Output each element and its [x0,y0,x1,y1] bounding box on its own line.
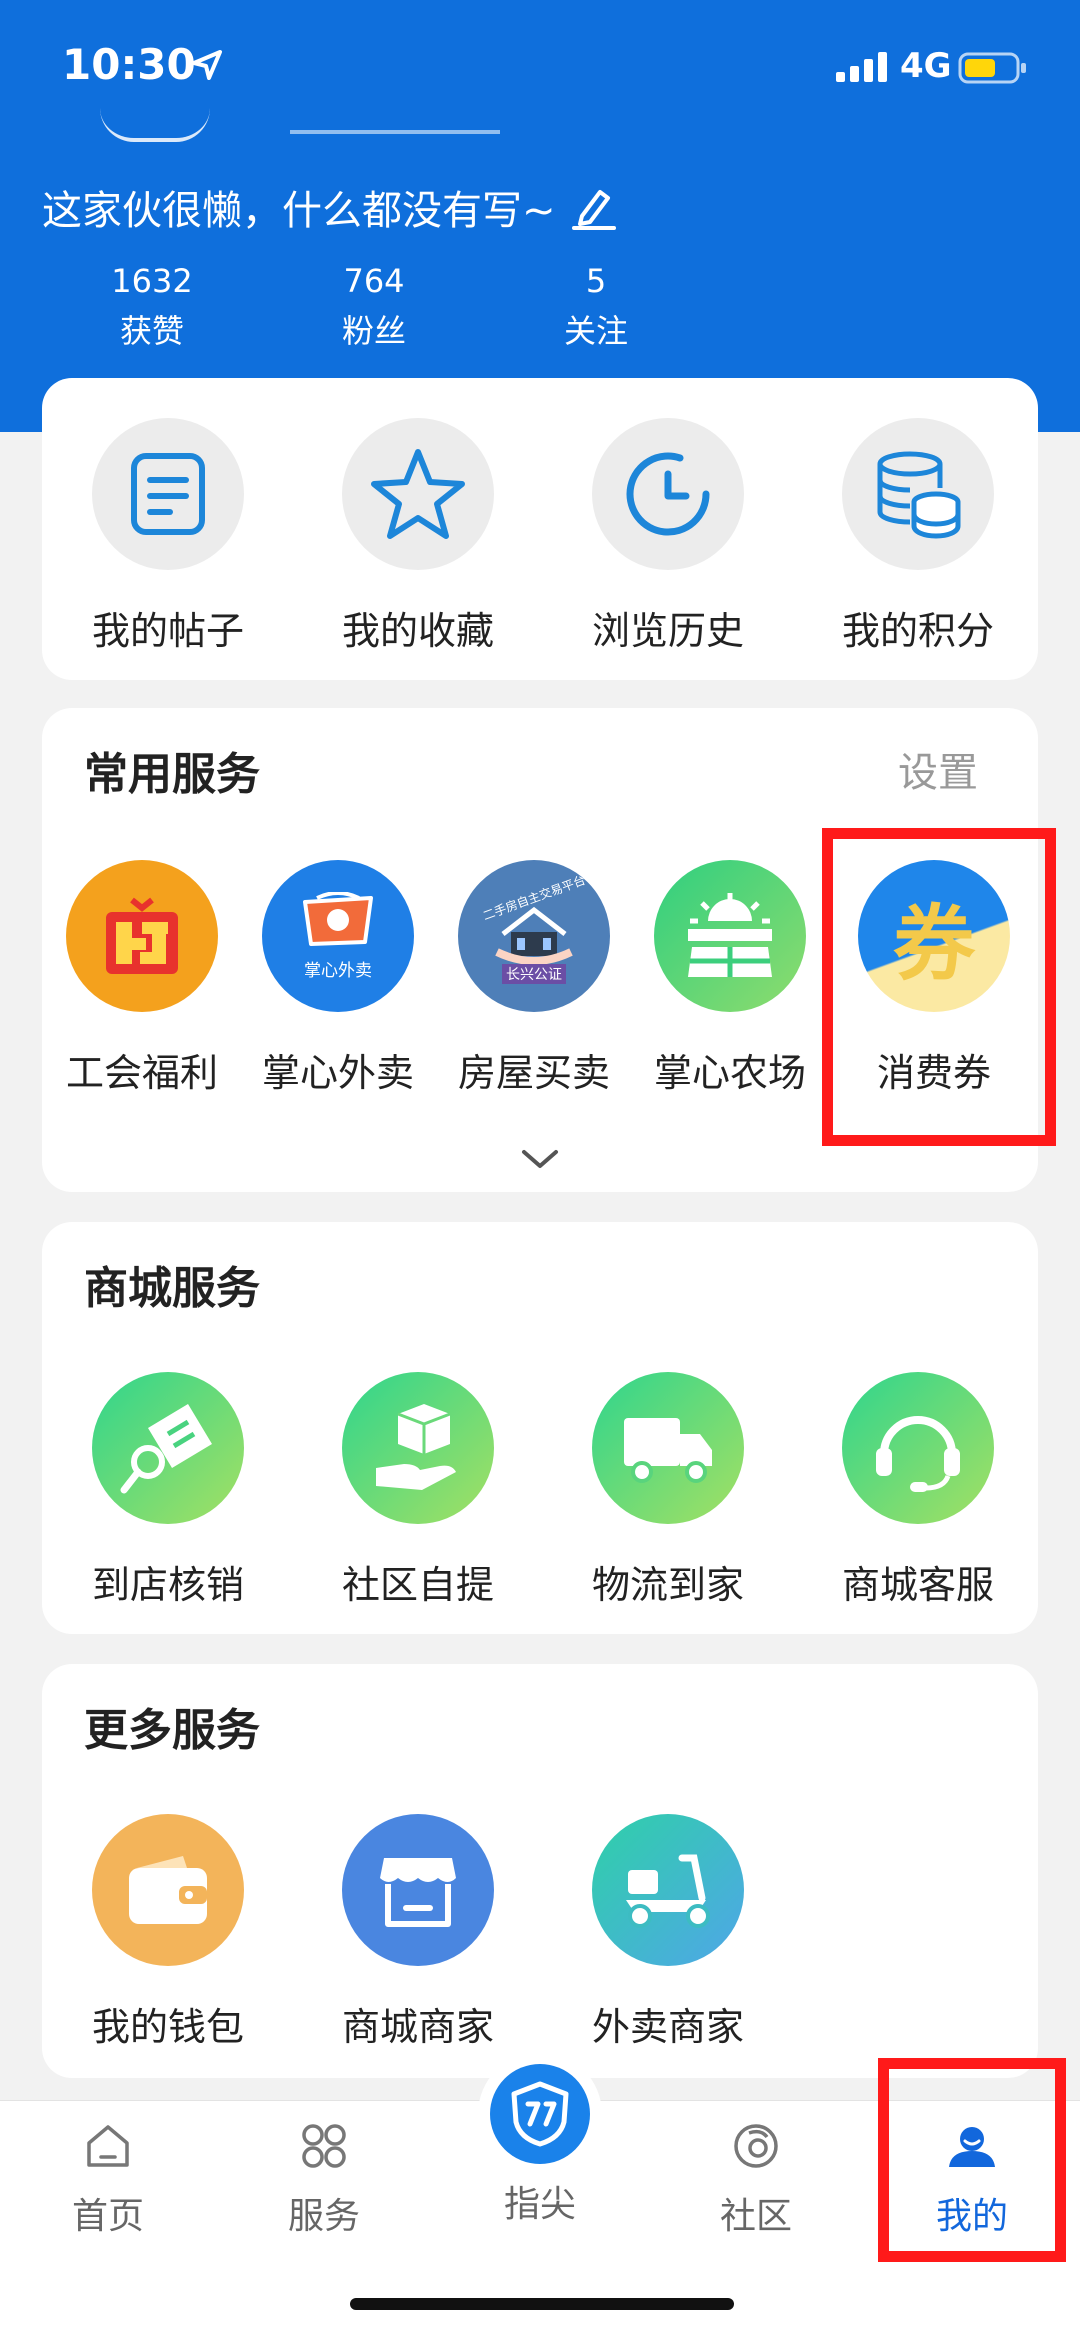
section-title: 商城服务 [84,1263,260,1314]
status-time: 10:30 [62,40,196,89]
more-service-takeout-merchant[interactable]: 外卖商家 [542,1814,794,2051]
takeout-icon: 掌心外卖 [262,860,414,1012]
home-icon [87,2125,129,2167]
quick-action-label: 我的收藏 [341,609,494,653]
profile-stats: 1632 获赞 764 粉丝 5 关注 [0,262,1080,362]
takeout-icon-text: 掌心外卖 [304,960,372,981]
service-takeout[interactable]: 掌心外卖 掌心外卖 [238,860,438,1097]
bio-row[interactable]: 这家伙很懒，什么都没有写~ [42,178,618,236]
more-service-wallet[interactable]: 我的钱包 [42,1814,294,2051]
highlight-box-coupon [822,828,1056,1146]
more-services-card: 更多服务 我的钱包 商城商家 外卖商家 [42,1664,1038,2078]
stat-label: 粉丝 [341,312,406,350]
tab-community[interactable]: 社区 [648,2121,864,2239]
service-label: 商城商家 [341,2005,494,2049]
truck-icon [592,1372,744,1524]
headset-icon [842,1372,994,1524]
tab-label: 社区 [719,2196,792,2237]
service-label: 房屋买卖 [457,1051,610,1095]
cellular-signal-icon [836,52,887,82]
quick-action-my-posts[interactable]: 我的帖子 [42,418,294,655]
chevron-down-icon[interactable] [520,1148,560,1172]
highlight-box-mine-tab [878,2058,1066,2262]
stat-likes[interactable]: 1632 获赞 [72,262,232,352]
ticket-verify-icon [92,1372,244,1524]
service-label: 掌心外卖 [261,1051,414,1095]
more-service-mall-merchant[interactable]: 商城商家 [292,1814,544,2051]
username [290,112,500,134]
house-trade-icon: 二手房自主交易平台 长兴公证 [458,860,610,1012]
quick-actions-card: 我的帖子 我的收藏 浏览历史 我的积分 [42,378,1038,680]
mall-services-card: 商城服务 到店核销 社区自提 物流到家 商城客服 [42,1222,1038,1634]
edit-pencil-icon[interactable] [570,184,618,230]
wallet-icon [92,1814,244,1966]
tab-label: 首页 [71,2196,144,2237]
quick-action-points[interactable]: 我的积分 [792,418,1044,655]
service-house-trade[interactable]: 二手房自主交易平台 长兴公证 房屋买卖 [434,860,634,1097]
mall-service-verify[interactable]: 到店核销 [42,1372,294,1609]
tab-services[interactable]: 服务 [216,2121,432,2239]
service-label: 商城客服 [841,1563,994,1607]
package-pickup-icon [342,1372,494,1524]
tab-label: 服务 [287,2196,360,2237]
quick-action-label: 我的积分 [841,609,994,653]
service-label: 我的钱包 [91,2005,244,2049]
stat-following[interactable]: 5 关注 [516,262,676,352]
service-farm[interactable]: 掌心农场 [630,860,830,1097]
stat-value: 764 [343,262,405,300]
document-icon [92,418,244,570]
farm-icon [654,860,806,1012]
quick-action-history[interactable]: 浏览历史 [542,418,794,655]
union-welfare-icon [66,860,218,1012]
avatar[interactable] [100,108,210,142]
quick-action-label: 我的帖子 [91,609,244,653]
section-title: 更多服务 [84,1705,260,1756]
service-label: 物流到家 [591,1563,744,1607]
stat-label: 关注 [563,312,628,350]
mall-service-delivery[interactable]: 物流到家 [542,1372,794,1609]
star-icon [342,418,494,570]
service-label: 工会福利 [65,1051,218,1095]
profile-header: 10:30 4G 这家伙很懒，什么都没有写~ 1632 获赞 764 粉丝 5 … [0,0,1080,432]
service-label: 掌心农场 [653,1051,806,1095]
house-icon-text: 长兴公证 [502,963,566,984]
tab-home[interactable]: 首页 [0,2121,216,2239]
quick-action-favorites[interactable]: 我的收藏 [292,418,544,655]
service-label: 社区自提 [341,1563,494,1607]
section-title: 常用服务 [84,749,260,800]
mall-service-pickup[interactable]: 社区自提 [292,1372,544,1609]
community-icon [734,2124,778,2168]
bio-text: 这家伙很懒，什么都没有写~ [42,188,556,234]
mall-service-support[interactable]: 商城客服 [792,1372,1044,1609]
network-type: 4G [900,46,952,86]
battery-icon [958,52,1026,84]
stat-value: 1632 [111,262,193,300]
service-label: 到店核销 [91,1563,244,1607]
stat-label: 获赞 [119,312,184,350]
quick-action-label: 浏览历史 [591,609,744,653]
coins-icon [842,418,994,570]
settings-link[interactable]: 设置 [898,740,978,798]
clock-icon [592,418,744,570]
tab-label: 指尖 [503,2184,576,2225]
shop-icon [342,1814,494,1966]
scooter-icon [592,1814,744,1966]
fingertip-logo-icon[interactable] [490,2064,590,2164]
service-union-welfare[interactable]: 工会福利 [42,860,242,1097]
stat-value: 5 [585,262,607,300]
location-arrow-icon [192,50,222,80]
service-label: 外卖商家 [591,2005,744,2049]
stat-fans[interactable]: 764 粉丝 [294,262,454,352]
home-indicator [350,2298,734,2310]
grid-icon [302,2124,346,2168]
